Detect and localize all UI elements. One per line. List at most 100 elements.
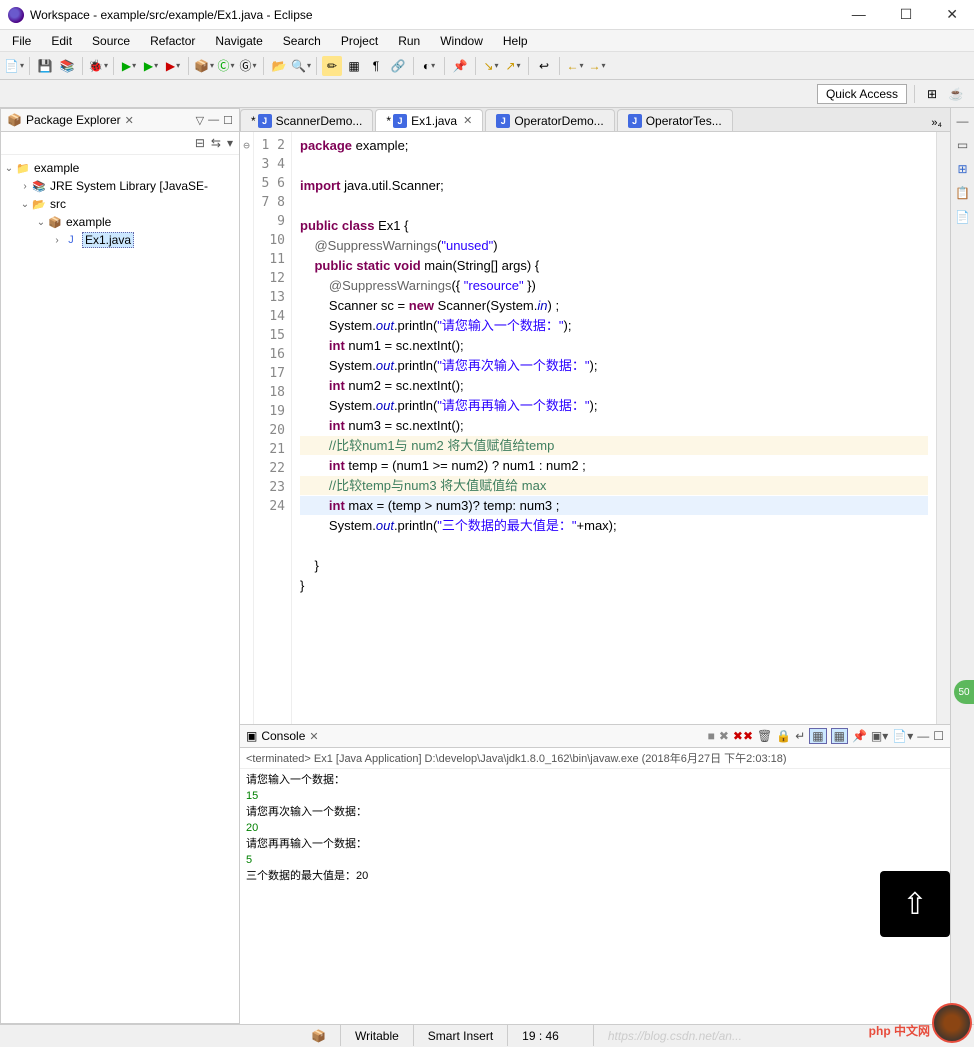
editor-body: ⊖ 1 2 3 4 5 6 7 8 9 10 11 12 13 14 15 16… [240, 132, 950, 724]
pin-button[interactable]: 📌 [450, 56, 470, 76]
terminate-button[interactable]: ■ [708, 729, 715, 743]
menu-refactor[interactable]: Refactor [142, 32, 203, 50]
menu-search[interactable]: Search [275, 32, 329, 50]
watermark: https://blog.csdn.net/an... [593, 1025, 756, 1046]
new-package-button[interactable]: 📦 [194, 56, 214, 76]
console-view: ▣ Console ✕ ■ ✖ ✖✖ 🗑 🔒 ↵ ▦ ▦ 📌 ▣▾ 📄▾ — ☐… [240, 724, 950, 1024]
annotation-nav-button[interactable]: ◐ [419, 56, 439, 76]
minimize-trim-icon[interactable]: — [957, 114, 969, 128]
menu-navigate[interactable]: Navigate [207, 32, 270, 50]
new-button[interactable]: 📄 [4, 56, 24, 76]
next-annotation-button[interactable]: ↘ [481, 56, 501, 76]
editor-tab[interactable]: JOperatorDemo... [485, 109, 614, 131]
forward-button[interactable]: → [587, 56, 607, 76]
overview-ruler[interactable] [936, 132, 950, 724]
display-console-button[interactable]: ▣▾ [871, 729, 888, 743]
menu-window[interactable]: Window [432, 32, 491, 50]
link-editor-icon[interactable]: ⇆ [211, 136, 221, 150]
open-console-button[interactable]: 📄▾ [892, 729, 913, 743]
run-last-button[interactable]: ▶ [163, 56, 183, 76]
console-output[interactable]: 请您输入一个数据： 15 请您再次输入一个数据： 20 请您再再输入一个数据： … [240, 769, 950, 1024]
menu-edit[interactable]: Edit [43, 32, 80, 50]
view-menu-icon[interactable]: ▽ [196, 114, 204, 127]
menu-file[interactable]: File [4, 32, 39, 50]
tab-label: OperatorDemo... [514, 114, 603, 128]
package-icon: 📦 [7, 113, 22, 127]
toggle-breadcrumb-button[interactable]: 🔗 [388, 56, 408, 76]
run-button[interactable]: ▶ [119, 56, 139, 76]
package-explorer-tab[interactable]: 📦 Package Explorer ✕ ▽ — ☐ [1, 109, 239, 132]
min-console-button[interactable]: — [917, 729, 929, 743]
package-explorer: 📦 Package Explorer ✕ ▽ — ☐ ⊟ ⇆ ▾ ⌄📁examp… [0, 108, 240, 1024]
tab-label: Ex1.java [411, 114, 457, 128]
open-type-button[interactable]: 📂 [269, 56, 289, 76]
clear-console-button[interactable]: 🗑 [757, 729, 772, 743]
tree-project[interactable]: ⌄📁example [3, 159, 237, 177]
java-perspective-button[interactable]: ☕ [946, 84, 966, 104]
remove-launch-button[interactable]: ✖ [719, 729, 729, 743]
minimize-view-icon[interactable]: — [208, 114, 219, 126]
back-button[interactable]: ← [565, 56, 585, 76]
main-area: 📦 Package Explorer ✕ ▽ — ☐ ⊟ ⇆ ▾ ⌄📁examp… [0, 108, 974, 1024]
close-view-icon[interactable]: ✕ [125, 114, 134, 127]
editor-tab[interactable]: JEx1.java✕ [375, 109, 483, 131]
menu-help[interactable]: Help [495, 32, 536, 50]
project-tree[interactable]: ⌄📁example ›📚JRE System Library [JavaSE- … [1, 155, 239, 1023]
quick-access[interactable]: Quick Access [817, 84, 907, 104]
minimize-button[interactable]: — [844, 4, 874, 25]
main-toolbar: 📄 💾 📚 🐞 ▶ ▶ ▶ 📦 Ⓒ Ⓖ 📂 🔍 ✏ ▦ ¶ 🔗 ◐ 📌 ↘ ↗ … [0, 52, 974, 80]
maximize-button[interactable]: ☐ [892, 4, 921, 25]
scroll-lock-button[interactable]: 🔒 [776, 729, 791, 743]
maximize-view-icon[interactable]: ☐ [223, 114, 233, 127]
close-tab-icon[interactable]: ✕ [463, 114, 472, 127]
close-button[interactable]: ✕ [938, 4, 966, 25]
close-console-icon[interactable]: ✕ [309, 730, 318, 743]
save-button[interactable]: 💾 [35, 56, 55, 76]
show-whitespace-button[interactable]: ¶ [366, 56, 386, 76]
editor-tab[interactable]: JOperatorTes... [617, 109, 733, 131]
save-all-button[interactable]: 📚 [57, 56, 77, 76]
upload-badge[interactable]: ⇧ [880, 871, 950, 937]
window-title: Workspace - example/src/example/Ex1.java… [30, 8, 844, 22]
search-button[interactable]: 🔍 [291, 56, 311, 76]
coverage-button[interactable]: ▶ [141, 56, 161, 76]
tree-jre[interactable]: ›📚JRE System Library [JavaSE- [3, 177, 237, 195]
view-menu-button[interactable]: ▾ [227, 136, 233, 150]
side-badge[interactable]: 50 [954, 680, 974, 704]
show-on-out-button[interactable]: ▦ [809, 728, 826, 744]
tree-src[interactable]: ⌄📂src [3, 195, 237, 213]
show-on-err-button[interactable]: ▦ [831, 728, 848, 744]
tree-file[interactable]: ›JEx1.java [3, 231, 237, 249]
avatar-badge[interactable] [932, 1003, 972, 1043]
outline-icon[interactable]: ⊞ [957, 162, 967, 176]
restore-trim-icon[interactable]: ▭ [957, 138, 968, 152]
editor-tab[interactable]: JScannerDemo... [240, 109, 373, 131]
last-edit-button[interactable]: ↩ [534, 56, 554, 76]
java-file-icon: J [628, 114, 642, 128]
status-position: 19 : 46 [507, 1025, 573, 1046]
more-tabs-button[interactable]: »₄ [923, 115, 950, 131]
console-tab[interactable]: ▣ Console ✕ ■ ✖ ✖✖ 🗑 🔒 ↵ ▦ ▦ 📌 ▣▾ 📄▾ — ☐ [240, 725, 950, 748]
word-wrap-button[interactable]: ↵ [795, 729, 805, 743]
outline-view-icon[interactable]: 📄 [955, 210, 970, 224]
status-insert: Smart Insert [413, 1025, 507, 1046]
open-perspective-button[interactable]: ⊞ [922, 84, 942, 104]
toggle-mark-button[interactable]: ✏ [322, 56, 342, 76]
toggle-block-button[interactable]: ▦ [344, 56, 364, 76]
new-class-button[interactable]: Ⓒ [216, 56, 236, 76]
pin-console-button[interactable]: 📌 [852, 729, 867, 743]
debug-button[interactable]: 🐞 [88, 56, 108, 76]
collapse-all-icon[interactable]: ⊟ [195, 136, 205, 150]
menu-project[interactable]: Project [333, 32, 386, 50]
code-area[interactable]: package example; import java.util.Scanne… [292, 132, 936, 724]
annotation-column[interactable]: ⊖ [240, 132, 254, 724]
prev-annotation-button[interactable]: ↗ [503, 56, 523, 76]
task-list-icon[interactable]: 📋 [955, 186, 970, 200]
line-gutter[interactable]: 1 2 3 4 5 6 7 8 9 10 11 12 13 14 15 16 1… [254, 132, 292, 724]
tree-package[interactable]: ⌄📦example [3, 213, 237, 231]
new-type-button[interactable]: Ⓖ [238, 56, 258, 76]
menu-run[interactable]: Run [390, 32, 428, 50]
max-console-button[interactable]: ☐ [933, 729, 944, 743]
remove-all-button[interactable]: ✖✖ [733, 729, 753, 743]
menu-source[interactable]: Source [84, 32, 138, 50]
